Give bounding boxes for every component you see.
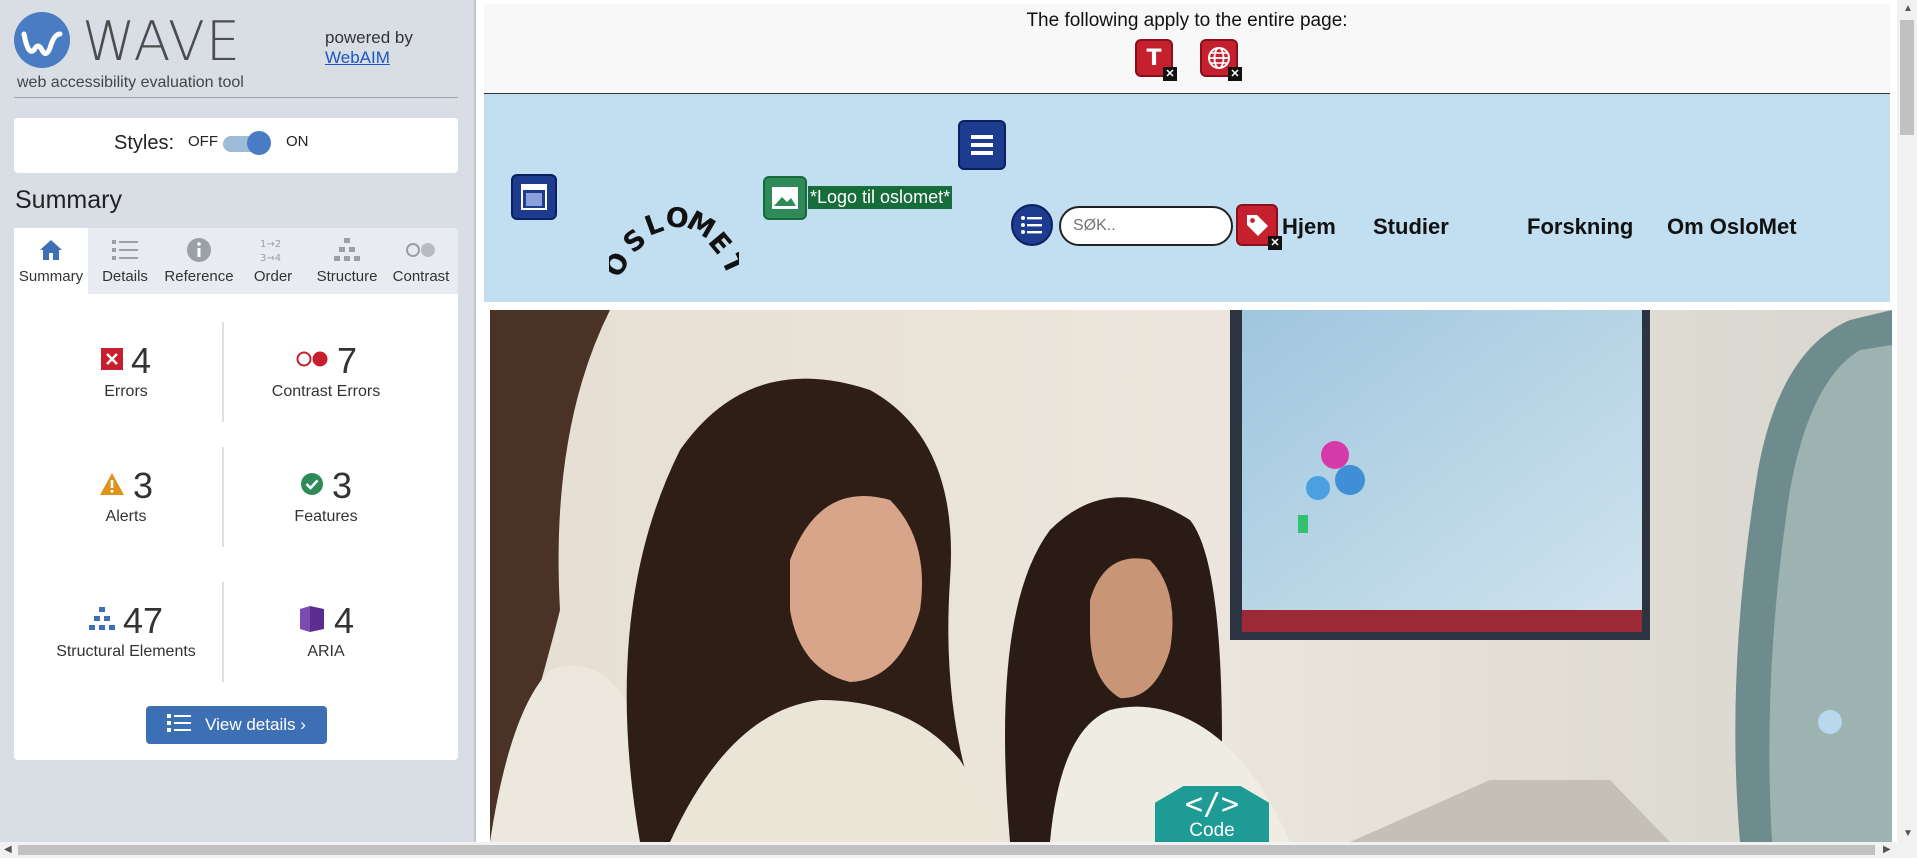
- svg-text:1→2: 1→2: [260, 239, 281, 250]
- order-icon: 1→2 3→4: [236, 236, 310, 264]
- aria-count: 4: [333, 600, 355, 641]
- stat-structural[interactable]: 47 Structural Elements: [26, 600, 226, 661]
- contrast-count: 7: [336, 340, 358, 381]
- alerts-count: 3: [132, 465, 154, 506]
- list-icon: [88, 236, 162, 264]
- styles-toggle-knob[interactable]: [247, 131, 271, 155]
- divider: [222, 582, 224, 682]
- tab-label: Structure: [316, 268, 378, 285]
- nav-item-om-oslomet[interactable]: Om OsloMet: [1667, 214, 1797, 240]
- powered-by: powered by WebAIM: [325, 28, 413, 68]
- toggle-off-label: OFF: [188, 133, 218, 150]
- tab-label: Summary: [18, 268, 84, 285]
- tab-structure[interactable]: Structure: [310, 228, 384, 294]
- view-details-button[interactable]: View details ›: [146, 706, 327, 744]
- scroll-down-icon[interactable]: ▼: [1903, 828, 1913, 839]
- language-missing-error-icon[interactable]: ✕: [1200, 39, 1242, 81]
- missing-title-error-icon[interactable]: T ✕: [1135, 39, 1177, 81]
- error-icon: [100, 347, 123, 375]
- navigation-region-icon[interactable]: [958, 120, 1006, 170]
- tab-label: Reference: [164, 268, 234, 285]
- close-icon: ✕: [1163, 67, 1177, 81]
- stat-alerts[interactable]: 3 Alerts: [26, 465, 226, 526]
- aria-label: ARIA: [307, 643, 345, 660]
- stat-aria[interactable]: 4 ARIA: [226, 600, 426, 661]
- features-count: 3: [331, 465, 353, 506]
- wave-tagline: web accessibility evaluation tool: [17, 74, 244, 91]
- divider: [14, 97, 458, 98]
- hero-photo: [490, 310, 1892, 842]
- evaluated-page: The following apply to the entire page: …: [476, 0, 1897, 842]
- contrast-label: Contrast Errors: [271, 383, 381, 400]
- stat-features[interactable]: 3 Features: [226, 465, 426, 526]
- tab-label: Details: [102, 268, 148, 285]
- errors-count: 4: [130, 340, 152, 381]
- aria-icon: [298, 605, 326, 638]
- nav-item-hjem[interactable]: Hjem: [1282, 214, 1336, 240]
- page-level-text: The following apply to the entire page:: [1026, 10, 1348, 31]
- hero-image: </> Code: [490, 310, 1892, 842]
- info-icon: [162, 236, 236, 264]
- scroll-left-icon[interactable]: ◀: [4, 844, 12, 855]
- nav-item-studier[interactable]: Studier: [1373, 214, 1449, 240]
- nav-item-forskning[interactable]: Forskning: [1527, 214, 1633, 240]
- summary-panel: Summary Details Reference 1→23→4 Order: [14, 228, 458, 760]
- wave-sidebar: WAVE web accessibility evaluation tool p…: [0, 0, 474, 858]
- image-alt-icon[interactable]: [763, 176, 807, 220]
- divider: [222, 322, 224, 422]
- contrast-error-icon: [295, 350, 329, 373]
- missing-label-error-icon[interactable]: ✕: [1236, 204, 1282, 250]
- styles-label: Styles:: [114, 132, 175, 154]
- code-label: Code: [1189, 820, 1235, 841]
- summary-heading: Summary: [15, 186, 122, 214]
- alerts-label: Alerts: [105, 508, 147, 525]
- oslomet-logo[interactable]: O S L O M E T: [609, 174, 739, 294]
- divider: [222, 447, 224, 547]
- search-input[interactable]: [1059, 206, 1233, 246]
- tab-label: Order: [253, 268, 293, 285]
- alert-icon: [99, 472, 125, 501]
- horizontal-scroll-thumb[interactable]: [18, 845, 1875, 855]
- structure-icon: [88, 606, 115, 636]
- tab-contrast[interactable]: Contrast: [384, 228, 458, 294]
- close-icon: ✕: [1228, 67, 1242, 81]
- structure-icon: [310, 236, 384, 264]
- tab-details[interactable]: Details: [88, 228, 162, 294]
- header-region-icon[interactable]: [511, 174, 557, 220]
- code-toggle-button[interactable]: </> Code: [1155, 786, 1269, 842]
- svg-text:L: L: [641, 208, 668, 243]
- feature-icon: [300, 472, 324, 501]
- wave-logo-icon: [14, 12, 70, 68]
- page-level-icons: The following apply to the entire page: …: [484, 4, 1890, 94]
- tab-reference[interactable]: Reference: [162, 228, 236, 294]
- stat-errors[interactable]: 4 Errors: [26, 340, 226, 401]
- scroll-right-icon[interactable]: ▶: [1883, 844, 1891, 855]
- powered-by-text: powered by: [325, 28, 413, 47]
- vertical-scroll-thumb[interactable]: [1900, 20, 1914, 135]
- styles-toggle-box: Styles: OFF ON: [14, 118, 458, 173]
- structural-count: 47: [122, 600, 164, 641]
- structural-label: Structural Elements: [56, 643, 196, 660]
- close-icon: ✕: [1268, 236, 1282, 250]
- site-header: O S L O M E T *Logo til oslomet* ✕ Hjem …: [484, 94, 1890, 302]
- wave-logo-text: WAVE: [82, 10, 241, 73]
- webaim-link[interactable]: WebAIM: [325, 48, 413, 68]
- toggle-on-label: ON: [286, 133, 309, 150]
- scroll-up-icon[interactable]: ▲: [1903, 3, 1913, 14]
- contrast-icon: [384, 236, 458, 264]
- list-icon: [167, 713, 192, 738]
- stat-contrast[interactable]: 7 Contrast Errors: [226, 340, 426, 401]
- tab-bar: Summary Details Reference 1→23→4 Order: [14, 228, 458, 294]
- tab-label: Contrast: [392, 268, 450, 285]
- search-list-icon[interactable]: [1011, 204, 1053, 246]
- view-details-label: View details ›: [205, 715, 306, 734]
- tab-order[interactable]: 1→2 3→4 Order: [236, 228, 310, 294]
- logo-alt-text: *Logo til oslomet*: [808, 186, 953, 209]
- code-icon: </>: [1184, 787, 1240, 822]
- features-label: Features: [294, 508, 358, 525]
- svg-text:3→4: 3→4: [260, 253, 281, 264]
- tab-summary[interactable]: Summary: [14, 228, 88, 294]
- errors-label: Errors: [104, 383, 148, 400]
- home-icon: [14, 236, 88, 264]
